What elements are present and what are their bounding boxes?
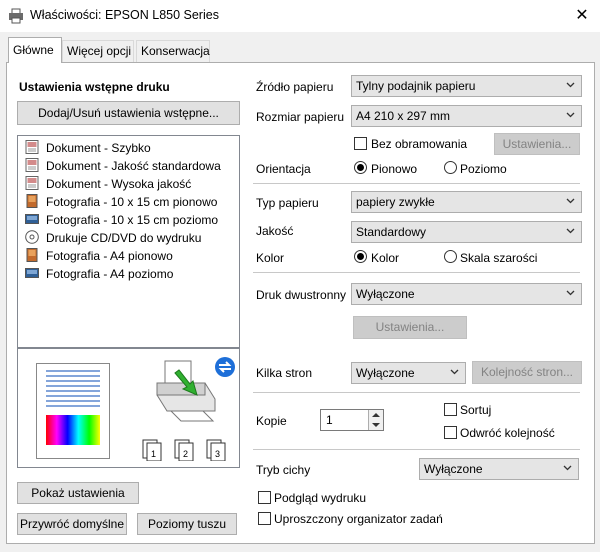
paper-type-label: Typ papieru (256, 196, 319, 210)
chevron-down-icon (566, 198, 575, 204)
show-settings-button[interactable]: Pokaż ustawienia (17, 482, 139, 504)
window-title: Właściwości: EPSON L850 Series (30, 8, 219, 22)
divider (253, 449, 580, 450)
presets-list[interactable]: Dokument - Szybko Dokument - Jakość stan… (17, 135, 240, 348)
page-order-button[interactable]: Kolejność stron... (472, 361, 582, 384)
collate-label: Sortuj (460, 403, 492, 417)
divider (253, 272, 580, 273)
document-icon (25, 140, 39, 154)
paper-source-select[interactable]: Tylny podajnik papieru (351, 75, 582, 97)
quality-select[interactable]: Standardowy (351, 221, 582, 243)
paper-source-label: Źródło papieru (256, 80, 334, 94)
orientation-portrait-label: Pionowo (371, 162, 418, 176)
photo-portrait-icon (26, 194, 38, 208)
page-preview-icon (36, 363, 110, 459)
orientation-landscape-radio[interactable] (444, 161, 457, 174)
arrow-up-icon[interactable] (372, 412, 380, 418)
document-icon (25, 176, 39, 190)
borderless-checkbox[interactable] (354, 137, 367, 150)
grayscale-radio-label: Skala szarości (460, 251, 538, 265)
copies-label: Kopie (256, 414, 287, 428)
close-button[interactable]: ✕ (566, 4, 598, 28)
print-preview-label: Podgląd wydruku (274, 491, 367, 505)
quality-label: Jakość (256, 224, 294, 238)
borderless-label: Bez obramowania (371, 137, 468, 151)
divider (253, 392, 580, 393)
arrow-down-icon[interactable] (372, 422, 380, 428)
photo-landscape-icon (25, 214, 39, 224)
cd-icon (25, 230, 39, 244)
color-label: Kolor (256, 251, 285, 265)
refresh-icon[interactable] (214, 356, 236, 378)
reverse-order-checkbox[interactable] (444, 426, 457, 439)
stepper-buttons[interactable] (368, 410, 383, 430)
restore-defaults-button[interactable]: Przywróć domyślne (17, 513, 127, 535)
printer-illustration-icon (156, 360, 216, 422)
chevron-down-icon (566, 112, 575, 118)
svg-text:3: 3 (215, 449, 220, 459)
document-icon (25, 158, 39, 172)
collate-checkbox[interactable] (444, 403, 457, 416)
copies-value: 1 (326, 413, 333, 427)
chevron-down-icon (566, 228, 575, 234)
tab-maintenance[interactable]: Konserwacja (136, 40, 210, 62)
paper-size-label: Rozmiar papieru (256, 110, 345, 124)
paper-size-select[interactable]: A4 210 x 297 mm (351, 105, 582, 127)
grayscale-radio[interactable] (444, 250, 457, 263)
multipage-label: Kilka stron (256, 366, 313, 380)
tab-main[interactable]: Główne (8, 37, 62, 63)
add-remove-presets-button[interactable]: Dodaj/Usuń ustawienia wstępne... (17, 101, 240, 125)
presets-heading: Ustawienia wstępne druku (19, 80, 170, 94)
svg-text:1: 1 (151, 449, 156, 459)
quiet-mode-select[interactable]: Wyłączone (419, 458, 579, 480)
printer-icon (9, 8, 23, 24)
duplex-settings-button[interactable]: Ustawienia... (353, 316, 467, 339)
reverse-order-label: Odwróć kolejność (460, 426, 555, 440)
chevron-down-icon (566, 290, 575, 296)
chevron-down-icon (566, 82, 575, 88)
print-preview-area: 1 2 3 (17, 348, 240, 468)
job-arranger-checkbox[interactable] (258, 512, 271, 525)
divider (253, 183, 580, 184)
tab-more-options[interactable]: Więcej opcji (62, 40, 134, 62)
ink-levels-button[interactable]: Poziomy tuszu (137, 513, 237, 535)
copies-stepper[interactable]: 1 (320, 409, 384, 431)
orientation-landscape-label: Poziomo (460, 162, 507, 176)
print-preview-checkbox[interactable] (258, 491, 271, 504)
color-radio-label: Kolor (371, 251, 400, 265)
multipage-select[interactable]: Wyłączone (351, 362, 466, 384)
borderless-settings-button[interactable]: Ustawienia... (494, 133, 580, 155)
orientation-portrait-radio[interactable] (354, 161, 367, 174)
svg-text:2: 2 (183, 449, 188, 459)
quiet-mode-label: Tryb cichy (256, 463, 311, 477)
color-radio[interactable] (354, 250, 367, 263)
orientation-label: Orientacja (256, 162, 311, 176)
duplex-label: Druk dwustronny (256, 288, 347, 302)
copies-order-icon: 1 2 3 (142, 439, 226, 461)
photo-portrait-icon (26, 248, 38, 262)
chevron-down-icon (450, 369, 459, 375)
paper-type-select[interactable]: papiery zwykłe (351, 191, 582, 213)
chevron-down-icon (563, 465, 572, 471)
duplex-select[interactable]: Wyłączone (351, 283, 582, 305)
job-arranger-label: Uproszczony organizator zadań (274, 512, 443, 526)
photo-landscape-icon (25, 268, 39, 278)
